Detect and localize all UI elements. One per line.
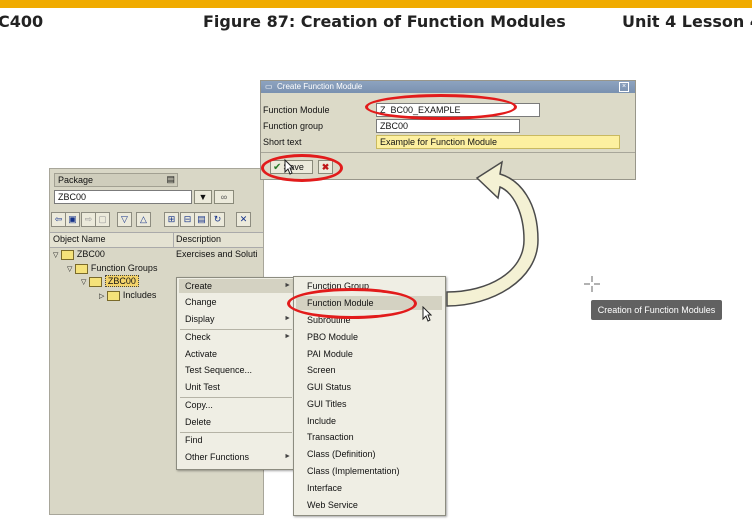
forward-arrow-icon[interactable]: ⇨ <box>81 212 96 227</box>
chevron-down-icon[interactable]: ▼ <box>194 190 212 204</box>
submenu-item-interface[interactable]: Interface <box>307 483 342 493</box>
back-arrow-icon[interactable]: ⇦ <box>51 212 66 227</box>
window-icon: ▭ <box>265 82 273 91</box>
refresh-icon[interactable]: ↻ <box>210 212 225 227</box>
crosshair-cursor-icon <box>584 276 600 292</box>
submenu-item-screen[interactable]: Screen <box>307 365 336 375</box>
course-code: C400 <box>0 12 44 31</box>
menu-item-activate[interactable]: Activate <box>185 349 217 359</box>
highlight-oval-function-module <box>365 94 517 120</box>
tree-node-description: Exercises and Soluti <box>176 249 258 259</box>
copy-icon[interactable]: ▤ <box>194 212 209 227</box>
menu-item-test-sequence[interactable]: Test Sequence... <box>185 365 252 375</box>
close-icon[interactable]: × <box>619 82 629 92</box>
menu-item-unit-test[interactable]: Unit Test <box>185 382 220 392</box>
dropdown-icon: ▤ <box>166 174 175 184</box>
filter-down-icon[interactable]: ▽ <box>117 212 132 227</box>
hierarchy-icon[interactable]: ⊞ <box>164 212 179 227</box>
menu-item-find[interactable]: Find <box>185 435 203 445</box>
menu-item-create[interactable]: Create <box>185 281 212 291</box>
function-module-label: Function Module <box>263 105 330 115</box>
context-menu: Create ► Change Display ► Check ► Activate … <box>176 277 297 470</box>
menu-item-change[interactable]: Change <box>185 297 217 307</box>
submenu-item-transaction[interactable]: Transaction <box>307 432 354 442</box>
tree-node-selected[interactable]: ▽ ZBC00 <box>81 274 139 288</box>
package-dropdown[interactable]: Package ▤ <box>54 173 178 187</box>
submenu-item-gui-status[interactable]: GUI Status <box>307 382 351 392</box>
grid-icon[interactable]: ⊟ <box>180 212 195 227</box>
folder-icon <box>106 290 120 301</box>
folder-icon <box>74 263 88 274</box>
expand-icon[interactable]: ▽ <box>81 279 86 286</box>
folder-icon <box>60 249 74 260</box>
menu-item-copy[interactable]: Copy... <box>185 400 213 410</box>
function-group-label: Function group <box>263 121 324 131</box>
save-icon[interactable]: ▣ <box>65 212 80 227</box>
filter-up-icon[interactable]: △ <box>136 212 151 227</box>
glasses-icon[interactable]: ∞ <box>214 190 234 204</box>
submenu-item-pai-module[interactable]: PAI Module <box>307 349 353 359</box>
short-text-label: Short text <box>263 137 302 147</box>
submenu-item-class-implementation[interactable]: Class (Implementation) <box>307 466 400 476</box>
menu-item-delete[interactable]: Delete <box>185 417 211 427</box>
dialog-title: Create Function Module <box>277 82 363 91</box>
figure-title: Figure 87: Creation of Function Modules <box>203 12 566 31</box>
column-object-name[interactable]: Object Name <box>53 234 106 244</box>
package-label: Package <box>58 175 94 185</box>
mouse-cursor-icon <box>284 159 294 175</box>
expand-icon[interactable]: ▽ <box>53 252 58 259</box>
menu-item-check[interactable]: Check <box>185 332 211 342</box>
expand-icon[interactable]: ▽ <box>67 266 72 273</box>
tree-node[interactable]: ▽ Function Groups <box>67 261 157 275</box>
collapse-icon[interactable]: ▷ <box>99 293 104 300</box>
curved-arrow <box>446 160 539 307</box>
folder-icon <box>88 276 102 287</box>
page-icon[interactable]: ▢ <box>95 212 110 227</box>
unit-lesson: Unit 4 Lesson 4 <box>622 12 752 31</box>
highlight-oval-submenu <box>287 288 417 319</box>
submenu-item-pbo-module[interactable]: PBO Module <box>307 332 358 342</box>
short-text-input[interactable]: Example for Function Module <box>376 135 620 149</box>
tree-node[interactable]: ▽ ZBC00 <box>53 247 105 261</box>
mouse-cursor-icon <box>422 306 432 322</box>
submenu-item-web-service[interactable]: Web Service <box>307 500 358 510</box>
menu-item-display[interactable]: Display <box>185 314 215 324</box>
package-input[interactable]: ZBC00 <box>54 190 192 204</box>
menu-item-other-functions[interactable]: Other Functions <box>185 452 249 462</box>
tooltip: Creation of Function Modules <box>591 300 722 320</box>
highlight-oval-save <box>261 154 343 182</box>
close-icon[interactable]: ✕ <box>236 212 251 227</box>
dialog-titlebar: ▭ Create Function Module × <box>261 81 635 93</box>
top-accent-bar <box>0 0 752 8</box>
submenu-item-gui-titles[interactable]: GUI Titles <box>307 399 347 409</box>
function-group-input[interactable]: ZBC00 <box>376 119 520 133</box>
tree-node[interactable]: ▷ Includes <box>99 288 156 302</box>
submenu-item-class-definition[interactable]: Class (Definition) <box>307 449 376 459</box>
column-description[interactable]: Description <box>176 234 221 244</box>
submenu-item-include[interactable]: Include <box>307 416 336 426</box>
